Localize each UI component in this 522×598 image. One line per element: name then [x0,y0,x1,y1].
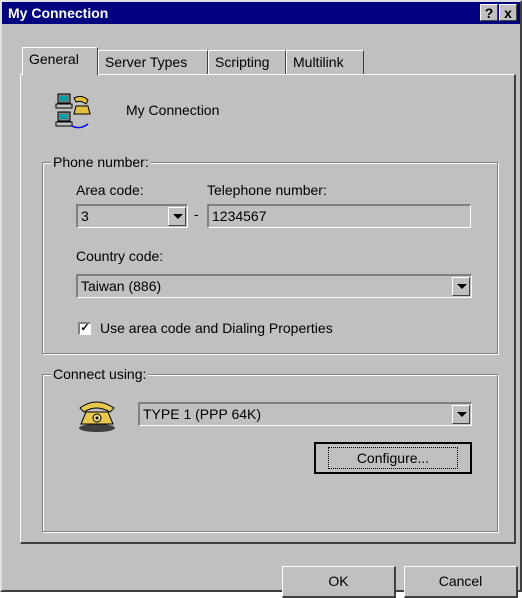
window-title: My Connection [8,5,109,21]
dash-separator: - [194,206,199,222]
telephone-number-label: Telephone number: [207,182,327,198]
country-code-dropdown-button[interactable] [452,277,470,296]
area-code-combobox[interactable]: 3 [76,204,188,228]
tab-server-types[interactable]: Server Types [98,50,208,74]
help-button[interactable]: ? [480,4,498,21]
country-code-combobox[interactable]: Taiwan (886) [76,274,472,298]
dialup-computers-icon [55,93,91,129]
device-value: TYPE 1 (PPP 64K) [143,406,262,422]
telephone-number-field[interactable]: 1234567 [207,204,471,228]
connection-name: My Connection [126,102,220,118]
use-area-code-label[interactable]: Use area code and Dialing Properties [100,320,333,336]
country-code-value: Taiwan (886) [81,278,162,294]
use-area-code-checkbox[interactable]: ✓ [78,322,91,335]
connect-using-group-label: Connect using: [51,366,149,382]
phone-number-group-label: Phone number: [51,154,151,170]
dialog-window: My Connection ? x General Server Types S… [0,0,522,598]
title-bar[interactable]: My Connection ? x [2,2,520,24]
ok-button[interactable]: OK [282,566,396,598]
close-button[interactable]: x [499,4,517,21]
configure-label: Configure... [327,447,459,469]
telephone-icon [79,401,115,432]
tab-multilink[interactable]: Multilink [286,50,364,74]
area-code-value: 3 [81,208,89,224]
tab-scripting[interactable]: Scripting [208,50,286,74]
configure-button[interactable]: Configure... [314,442,472,474]
area-code-dropdown-button[interactable] [168,207,186,226]
area-code-label: Area code: [76,182,144,198]
country-code-label: Country code: [76,248,164,264]
device-dropdown-button[interactable] [452,405,470,424]
cancel-button[interactable]: Cancel [404,566,518,598]
tab-general[interactable]: General [22,47,98,75]
device-combobox[interactable]: TYPE 1 (PPP 64K) [138,402,472,426]
